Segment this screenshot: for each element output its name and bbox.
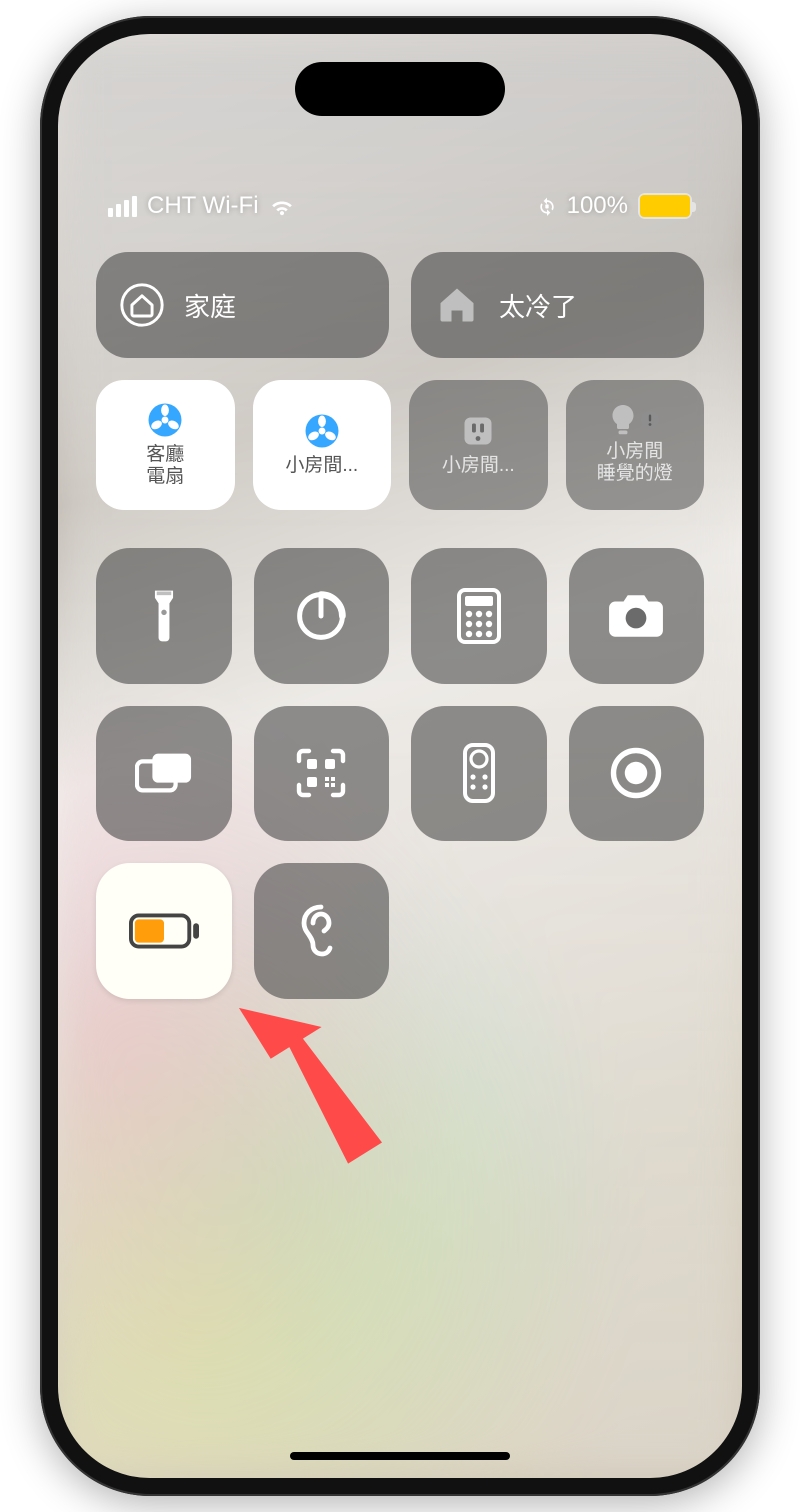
- fan-icon: [304, 413, 340, 449]
- battery-icon: [638, 193, 692, 219]
- dynamic-island: [295, 62, 505, 116]
- screen-mirroring-button[interactable]: [96, 706, 232, 842]
- alert-icon: [640, 410, 660, 430]
- camera-button[interactable]: [569, 548, 705, 684]
- home-summary-row: 家庭 太冷了: [96, 252, 704, 358]
- qr-code-icon: [295, 747, 347, 799]
- timer-button[interactable]: [254, 548, 390, 684]
- cellular-signal-icon: [108, 196, 137, 217]
- carrier-label: CHT Wi-Fi: [147, 192, 259, 220]
- accessory-tile-light[interactable]: 小房間 睡覺的燈: [566, 380, 705, 510]
- accessory-tile-fan-2[interactable]: 小房間...: [253, 380, 392, 510]
- battery-percent-label: 100%: [567, 192, 628, 220]
- accessory-tile-fan-1[interactable]: 客廳 電扇: [96, 380, 235, 510]
- home-indicator[interactable]: [290, 1452, 510, 1460]
- low-power-mode-button[interactable]: [96, 863, 232, 999]
- home-scene-tile[interactable]: 太冷了: [411, 252, 704, 358]
- wifi-icon: [269, 196, 295, 216]
- calculator-button[interactable]: [411, 548, 547, 684]
- status-right: 100%: [537, 192, 692, 220]
- control-center-content: 家庭 太冷了: [96, 252, 704, 999]
- calculator-icon: [456, 588, 502, 644]
- battery-low-power-icon: [129, 913, 199, 949]
- qr-scanner-button[interactable]: [254, 706, 390, 842]
- screen-record-button[interactable]: [569, 706, 705, 842]
- accessory-label: 小房間...: [285, 455, 358, 477]
- accessory-label: 小房間 睡覺的燈: [597, 441, 673, 485]
- camera-icon: [607, 593, 665, 639]
- controls-grid: [96, 548, 704, 999]
- status-bar: CHT Wi-Fi 100%: [58, 192, 742, 220]
- accessory-label: 小房間...: [442, 455, 515, 477]
- house-icon: [435, 283, 479, 327]
- light-icon-group: [610, 405, 660, 435]
- outlet-icon: [460, 413, 496, 449]
- home-app-tile[interactable]: 家庭: [96, 252, 389, 358]
- annotation-arrow: [230, 966, 410, 1196]
- ear-icon: [299, 903, 343, 959]
- accessory-label: 客廳 電扇: [146, 444, 184, 488]
- screen-mirroring-icon: [135, 750, 193, 796]
- home-accessories-row: 客廳 電扇 小房間...: [96, 380, 704, 510]
- home-scene-label: 太冷了: [499, 287, 577, 324]
- flashlight-button[interactable]: [96, 548, 232, 684]
- flashlight-icon: [142, 587, 186, 645]
- rotation-lock-icon: [537, 196, 557, 216]
- remote-icon: [463, 743, 495, 803]
- accessory-tile-outlet[interactable]: 小房間...: [409, 380, 548, 510]
- record-icon: [609, 746, 663, 800]
- battery-fill: [640, 195, 690, 217]
- bulb-icon: [610, 405, 636, 435]
- home-icon: [120, 283, 164, 327]
- status-left: CHT Wi-Fi: [108, 192, 295, 220]
- phone-frame: CHT Wi-Fi 100%: [40, 16, 760, 1496]
- fan-icon: [147, 402, 183, 438]
- apple-tv-remote-button[interactable]: [411, 706, 547, 842]
- phone-screen: CHT Wi-Fi 100%: [58, 34, 742, 1478]
- home-app-label: 家庭: [184, 287, 236, 324]
- timer-icon: [294, 589, 348, 643]
